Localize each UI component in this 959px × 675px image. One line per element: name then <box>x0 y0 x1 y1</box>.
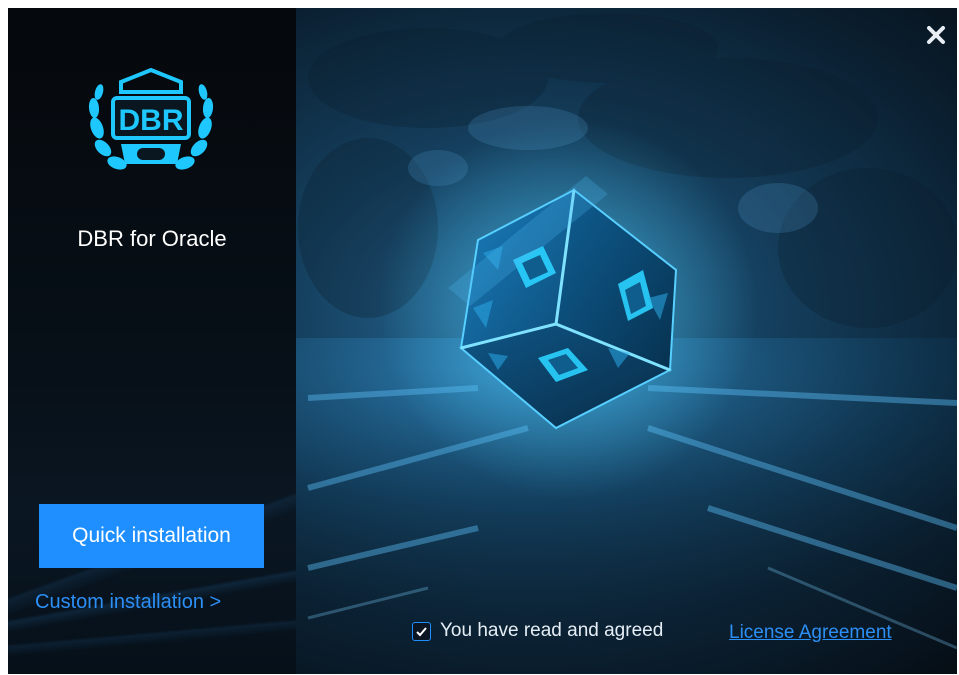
agreement-row: You have read and agreed <box>412 620 663 642</box>
custom-installation-link[interactable]: Custom installation > <box>35 591 221 614</box>
installer-window: DBR DBR for Oracle Quick installation Cu… <box>8 8 957 674</box>
dbr-logo: DBR <box>88 68 214 170</box>
svg-text:DBR: DBR <box>119 104 184 137</box>
agreement-checkbox[interactable] <box>412 621 431 641</box>
product-title: DBR for Oracle <box>77 226 227 251</box>
left-panel: DBR DBR for Oracle Quick installation Cu… <box>8 8 296 674</box>
check-icon <box>416 626 427 636</box>
license-agreement-link[interactable]: License Agreement <box>729 622 892 644</box>
close-icon[interactable] <box>925 24 947 46</box>
agreement-text: You have read and agreed <box>440 620 664 641</box>
quick-installation-button[interactable]: Quick installation <box>39 504 264 568</box>
